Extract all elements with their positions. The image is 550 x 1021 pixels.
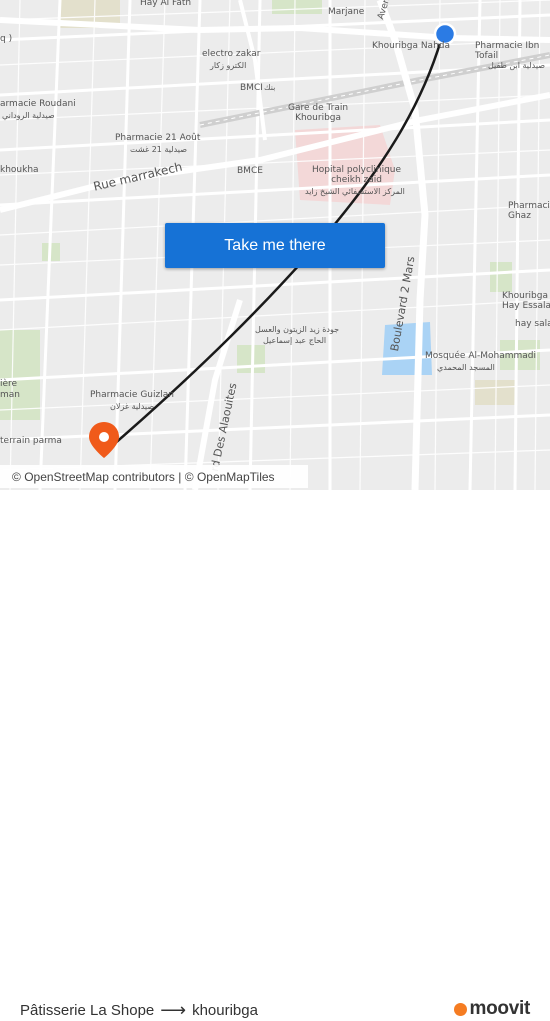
label-pharmacie-roudani-ar: صيدلية الروداني <box>2 111 55 120</box>
label-khouribga-hay-essalam: Khouribga Hay Essalam <box>502 291 550 311</box>
label-khoukha: khoukha <box>0 165 39 175</box>
label-jawda-zaid: جودة زيد الزيتون والعسل <box>255 325 340 334</box>
label-pharmacie-guizlan: Pharmacie Guizlan <box>90 390 174 400</box>
label-pharmacie-roudani: armacie Roudani <box>0 99 76 109</box>
label-pharmacie-ibn-tofail: Pharmacie Ibn Tofail <box>475 41 540 61</box>
label-hay-al-fath: Hay Al Fath <box>140 0 192 8</box>
label-khouribga-nahda: Khouribga Nahda <box>372 41 450 51</box>
label-hopital-ar: المركز الاستشفائي الشيخ زايد <box>305 187 405 196</box>
label-marjane: Marjane <box>328 7 365 17</box>
route-summary: Pâtisserie La Shope ⟶ khouribga <box>20 1000 258 1021</box>
label-iere: ière <box>0 379 18 389</box>
label-pharmacie-ibn-tofail-ar: صيدلية ابن طفيل <box>488 61 546 70</box>
label-gare: Gare de Train Khouribga <box>288 103 349 123</box>
map-attribution: © OpenStreetMap contributors | © OpenMap… <box>0 465 308 488</box>
osm-contributors-link[interactable]: OpenStreetMap contributors <box>24 470 175 484</box>
moovit-logo[interactable]: moovit <box>453 998 531 1020</box>
label-hay-salam: hay salam <box>515 319 550 329</box>
label-man: man <box>0 390 20 400</box>
label-pharmacie-21-aout-ar: صيدلية 21 غشت <box>130 145 187 154</box>
take-me-there-button[interactable]: Take me there <box>165 223 385 268</box>
label-hopital: Hopital polyclinique cheikh zaid <box>312 165 402 185</box>
openmaptiles-link[interactable]: OpenMapTiles <box>197 470 275 484</box>
copyright-symbol: © <box>12 469 21 484</box>
arrow-right-icon: ⟶ <box>160 1000 187 1020</box>
label-mosquee: Mosquée Al-Mohammadi <box>425 351 536 361</box>
label-pharmacie-guizlan-ar: صيدلية غزلان <box>110 402 155 411</box>
label-electro-zakar-ar: الكترو زكار <box>210 61 247 70</box>
copyright-symbol-2: © <box>184 469 194 484</box>
map-canvas[interactable]: Hay Al Fath Marjane Avenue Khouribga Nah… <box>0 0 550 490</box>
label-bmci-ar: بنك <box>264 83 276 92</box>
footer-bar: Pâtisserie La Shope ⟶ khouribga moovit <box>0 490 550 1020</box>
label-mosquee-ar: المسجد المحمدي <box>437 363 495 372</box>
attribution-separator: | <box>178 469 182 484</box>
label-pharmacie-21-aout: Pharmacie 21 Août <box>115 133 201 143</box>
label-bmce: BMCE <box>237 166 263 176</box>
moovit-wordmark: moovit <box>469 998 531 1019</box>
origin-name: Pâtisserie La Shope <box>20 1002 155 1019</box>
destination-name: khouribga <box>192 1002 258 1019</box>
label-terrain-parma: terrain parma <box>0 436 62 446</box>
label-bmci: BMCI <box>240 83 263 93</box>
label-pharmacie-ghaz: Pharmacie Ghaz <box>508 201 550 221</box>
label-jawda-zaid-2: الحاج عبد إسماعيل <box>263 336 327 345</box>
moovit-logo-icon <box>453 1002 467 1016</box>
label-electro-zakar: electro zakar <box>202 49 261 59</box>
label-left-q: q ) <box>0 34 13 44</box>
